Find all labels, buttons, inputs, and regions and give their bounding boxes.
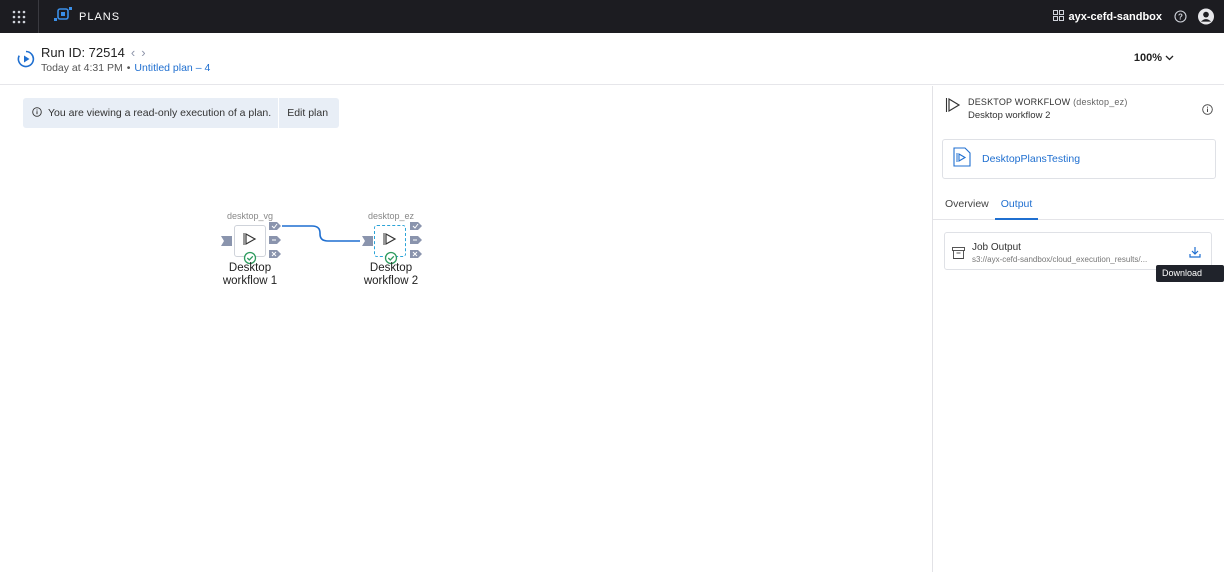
apps-grid-icon[interactable] [0, 0, 38, 33]
app-brand[interactable]: PLANS [53, 7, 120, 26]
output-ports-icon[interactable] [269, 221, 281, 261]
download-icon[interactable] [1189, 245, 1201, 263]
panel-node-name: Desktop workflow 2 [968, 110, 1051, 121]
workflow-card[interactable]: DesktopPlansTesting [942, 139, 1216, 179]
run-header: Run ID: 72514 ‹ › Today at 4:31 PM • Unt… [0, 33, 1224, 85]
help-icon[interactable]: ? [1172, 9, 1188, 25]
workspace-icon [1053, 9, 1065, 24]
node-name: Desktop workflow 2 [356, 262, 426, 288]
info-icon[interactable] [1202, 102, 1213, 120]
node-connector [282, 225, 360, 242]
plan-link[interactable]: Untitled plan – 4 [134, 62, 210, 74]
panel-type-title: DESKTOP WORKFLOW (desktop_ez) [968, 97, 1128, 107]
node-id-label: desktop_vg [226, 211, 274, 221]
plan-canvas[interactable]: You are viewing a read-only execution of… [0, 86, 932, 572]
node-name-line: workflow 2 [363, 275, 419, 287]
download-tooltip: Download File [1156, 265, 1224, 295]
input-port-icon[interactable] [221, 236, 232, 246]
workspace-switcher[interactable]: ayx-cefd-sandbox [1053, 9, 1162, 24]
desktop-workflow-icon [945, 97, 961, 118]
next-run-icon[interactable]: › [141, 45, 145, 60]
run-id: Run ID: 72514 [41, 45, 125, 60]
tab-output[interactable]: Output [994, 188, 1039, 220]
node-name-line: Desktop [369, 262, 413, 274]
panel-type-label: DESKTOP WORKFLOW [968, 97, 1071, 107]
tab-overview[interactable]: Overview [939, 188, 995, 220]
zoom-dropdown[interactable]: 100% [1134, 52, 1174, 64]
topbar-right: ayx-cefd-sandbox ? [1053, 0, 1214, 33]
plans-logo-icon [53, 7, 73, 26]
workflow-play-icon [243, 232, 257, 251]
workflow-play-icon [383, 232, 397, 251]
node-name: Desktop workflow 1 [215, 262, 285, 288]
workflow-file-icon [953, 146, 971, 172]
subtitle-separator: • [126, 62, 131, 74]
archive-icon [952, 246, 965, 264]
node-name-line: Desktop [228, 262, 272, 274]
run-title: Run ID: 72514 ‹ › [41, 45, 146, 60]
zoom-value: 100% [1133, 52, 1162, 64]
previous-run-icon[interactable]: ‹ [131, 45, 135, 60]
job-output-path: s3://ayx-cefd-sandbox/cloud_execution_re… [972, 255, 1148, 264]
top-bar: PLANS ayx-cefd-sandbox ? [0, 0, 1224, 33]
panel-header: DESKTOP WORKFLOW (desktop_ez) Desktop wo… [933, 86, 1224, 132]
user-avatar-icon[interactable] [1198, 8, 1214, 25]
workflow-card-name: DesktopPlansTesting [982, 153, 1081, 165]
panel-tabs: Overview Output [933, 188, 1224, 220]
output-ports-icon[interactable] [410, 221, 422, 261]
run-time: Today at 4:31 PM [41, 62, 123, 74]
workspace-name: ayx-cefd-sandbox [1068, 10, 1162, 23]
details-panel: DESKTOP WORKFLOW (desktop_ez) Desktop wo… [932, 86, 1224, 572]
run-status-icon [17, 50, 35, 68]
app-name: PLANS [79, 10, 121, 23]
input-port-icon[interactable] [362, 236, 373, 246]
node-id-label: desktop_ez [367, 211, 415, 221]
job-output-title: Job Output [972, 242, 1021, 253]
chevron-down-icon [1165, 52, 1174, 64]
panel-type-id: (desktop_ez) [1073, 97, 1128, 107]
node-name-line: workflow 1 [222, 275, 278, 287]
topbar-divider [38, 0, 39, 33]
run-subtitle: Today at 4:31 PM • Untitled plan – 4 [41, 62, 210, 74]
svg-text:?: ? [1178, 12, 1183, 21]
